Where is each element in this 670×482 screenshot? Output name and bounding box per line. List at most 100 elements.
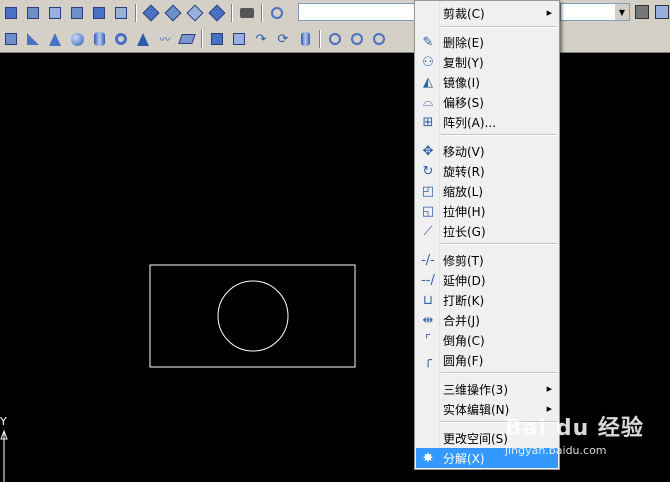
cone-icon[interactable]: [45, 29, 65, 49]
menu-item-break[interactable]: ⊔ 打断(K): [416, 290, 558, 310]
sweep-icon[interactable]: ↷: [251, 29, 271, 49]
menu-item-trim[interactable]: -/- 修剪(T): [416, 250, 558, 270]
extrude-icon[interactable]: [207, 29, 227, 49]
menu-item-label: 偏移(S): [443, 95, 484, 110]
layer-settings-icon[interactable]: [633, 3, 651, 21]
iso-se-icon[interactable]: [163, 3, 183, 23]
menu-item-erase[interactable]: ✎ 删除(E): [416, 32, 558, 52]
toolbar-separator: [231, 4, 233, 22]
menu-item-chamfer[interactable]: ⌜ 倒角(C): [416, 330, 558, 350]
subtract-icon[interactable]: [347, 29, 367, 49]
menu-item-copy[interactable]: ⚇ 复制(Y): [416, 52, 558, 72]
toolbar-separator: [261, 4, 263, 22]
move-icon: ✥: [422, 143, 434, 159]
menu-item-label: 拉伸(H): [443, 204, 486, 219]
fillet-icon: ╭: [424, 352, 432, 368]
wedge-icon[interactable]: [23, 29, 43, 49]
mirror-icon: ◭: [423, 74, 433, 90]
menu-item-move[interactable]: ✥ 移动(V): [416, 141, 558, 161]
menu-item-trim-clip[interactable]: 剪裁(C) ▶: [416, 3, 558, 23]
menu-item-label: 圆角(F): [443, 353, 484, 368]
menu-item-label: 倒角(C): [443, 333, 485, 348]
pyramid-icon[interactable]: [133, 29, 153, 49]
menu-item-array[interactable]: ⊞ 阵列(A)...: [416, 112, 558, 132]
watermark: Bai du 经验 jingyan.baidu.com: [505, 410, 644, 457]
modeling-toolbar: 〰 ↷ ⟳: [0, 26, 390, 52]
menu-item-mirror[interactable]: ◭ 镜像(I): [416, 72, 558, 92]
menu-item-label: 分解(X): [443, 451, 485, 466]
menu-item-label: 实体编辑(N): [443, 402, 510, 417]
menu-item-offset[interactable]: ⌓ 偏移(S): [416, 92, 558, 112]
ucs-y-label: Y: [0, 415, 7, 428]
submenu-arrow-icon: ▶: [546, 385, 552, 393]
menu-item-label: 合并(J): [443, 313, 480, 328]
ucs-icon[interactable]: [267, 3, 287, 23]
toolbar-separator: [319, 30, 321, 48]
menu-item-label: 阵列(A)...: [443, 115, 497, 130]
workspace-dropdown[interactable]: [298, 3, 416, 21]
menu-item-label: 修剪(T): [443, 253, 484, 268]
menu-item-rotate[interactable]: ↻ 旋转(R): [416, 161, 558, 181]
break-icon: ⊔: [422, 292, 434, 308]
explode-icon: ✸: [422, 450, 434, 466]
toolbar-separator: [135, 4, 137, 22]
join-icon: ⇹: [422, 312, 434, 328]
menu-item-label: 延伸(D): [443, 273, 486, 288]
menu-item-fillet[interactable]: ╭ 圆角(F): [416, 350, 558, 370]
box-icon[interactable]: [1, 29, 21, 49]
copy-icon: ⚇: [422, 54, 434, 70]
union-icon[interactable]: [325, 29, 345, 49]
menu-separator: [441, 372, 557, 374]
intersect-icon[interactable]: [369, 29, 389, 49]
loft-icon[interactable]: [295, 29, 315, 49]
helix-icon[interactable]: 〰: [155, 29, 175, 49]
toolbar-separator: [201, 30, 203, 48]
menu-item-label: 剪裁(C): [443, 6, 485, 21]
menu-item-label: 打断(K): [443, 293, 485, 308]
menu-item-scale[interactable]: ◰ 缩放(L): [416, 181, 558, 201]
iso-ne-icon[interactable]: [185, 3, 205, 23]
torus-icon[interactable]: [111, 29, 131, 49]
view-back-icon[interactable]: [111, 3, 131, 23]
drawn-circle[interactable]: [217, 280, 289, 352]
sphere-icon[interactable]: [67, 29, 87, 49]
scale-icon: ◰: [421, 183, 435, 199]
menu-item-label: 删除(E): [443, 35, 484, 50]
right-toolbar: [632, 3, 670, 21]
menu-item-lengthen[interactable]: ⟋ 拉长(G): [416, 221, 558, 241]
menu-item-label: 拉长(G): [443, 224, 486, 239]
chamfer-icon: ⌜: [424, 332, 432, 348]
menu-item-3d-operations[interactable]: 三维操作(3) ▶: [416, 379, 558, 399]
array-icon: ⊞: [422, 114, 434, 130]
presspull-icon[interactable]: [229, 29, 249, 49]
view-right-icon[interactable]: [67, 3, 87, 23]
iso-sw-icon[interactable]: [141, 3, 161, 23]
iso-nw-icon[interactable]: [207, 3, 227, 23]
view-top-icon[interactable]: [1, 3, 21, 23]
drawn-rectangle[interactable]: [149, 264, 356, 368]
view-left-icon[interactable]: [45, 3, 65, 23]
modify-context-menu: 剪裁(C) ▶ ✎ 删除(E) ⚇ 复制(Y) ◭ 镜像(I) ⌓ 偏移(S) …: [414, 0, 560, 470]
revolve-icon[interactable]: ⟳: [273, 29, 293, 49]
view-toolbar: [0, 0, 288, 26]
view-front-icon[interactable]: [23, 3, 43, 23]
menu-item-extend[interactable]: --/ 延伸(D): [416, 270, 558, 290]
menu-item-label: 移动(V): [443, 144, 485, 159]
menu-separator: [441, 134, 557, 136]
menu-item-label: 复制(Y): [443, 55, 484, 70]
toolbar-area: ▼ 〰 ↷ ⟳: [0, 0, 670, 53]
menu-item-join[interactable]: ⇹ 合并(J): [416, 310, 558, 330]
menu-item-label: 缩放(L): [443, 184, 484, 199]
cylinder-icon[interactable]: [89, 29, 109, 49]
chevron-down-icon[interactable]: ▼: [615, 4, 629, 20]
trim-icon: -/-: [421, 252, 435, 268]
watermark-url: jingyan.baidu.com: [505, 444, 607, 457]
planar-surface-icon[interactable]: [177, 29, 197, 49]
camera-icon[interactable]: [237, 3, 257, 23]
layer-state-icon[interactable]: [653, 3, 670, 21]
lengthen-icon: ⟋: [423, 223, 433, 239]
layer-dropdown[interactable]: ▼: [560, 3, 630, 21]
view-bottom-icon[interactable]: [89, 3, 109, 23]
submenu-arrow-icon: ▶: [546, 9, 552, 17]
menu-item-stretch[interactable]: ◱ 拉伸(H): [416, 201, 558, 221]
